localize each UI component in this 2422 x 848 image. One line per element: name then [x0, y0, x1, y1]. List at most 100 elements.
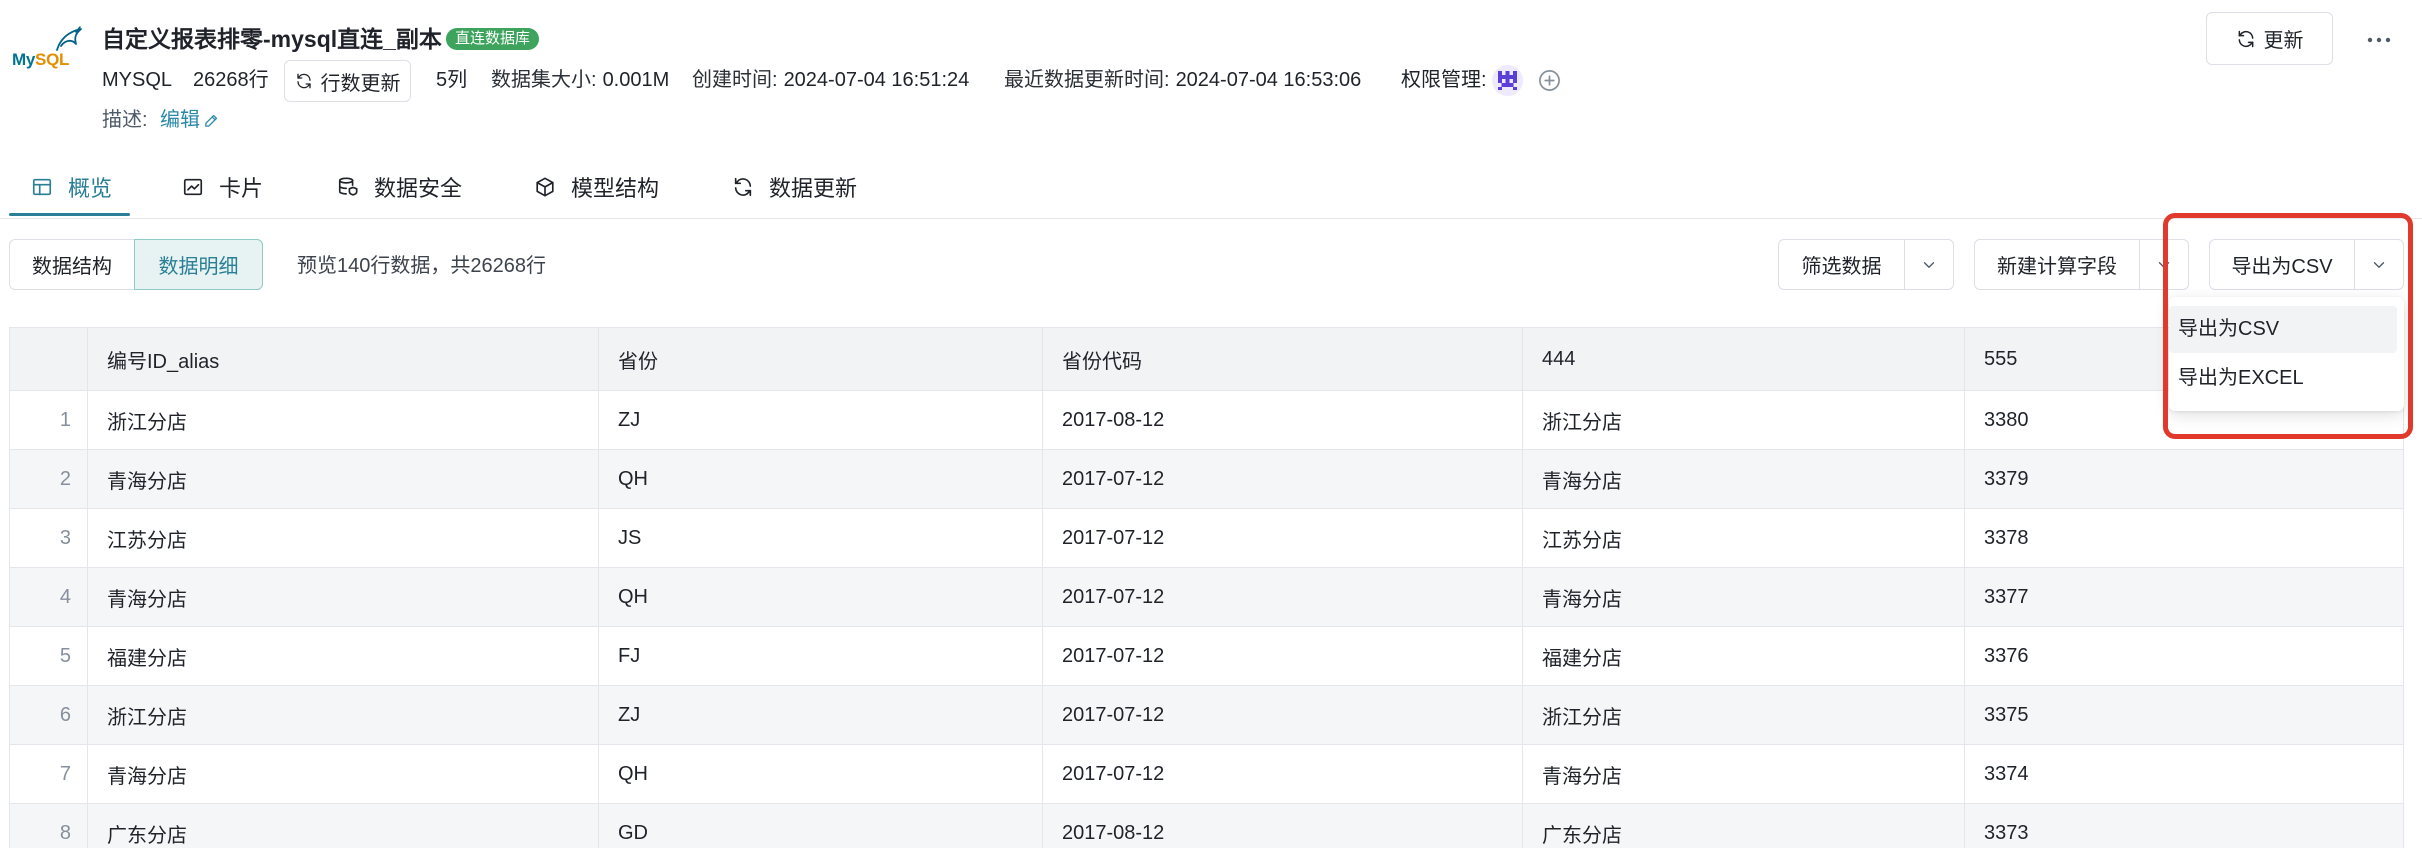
tab-model-structure[interactable]: 模型结构: [534, 160, 659, 213]
new-calc-field-button[interactable]: 新建计算字段: [1975, 240, 2139, 289]
export-csv-option[interactable]: 导出为CSV: [2169, 306, 2397, 353]
table-cell: 广东分店: [1523, 804, 1965, 848]
tab-data-update[interactable]: 数据更新: [732, 160, 857, 213]
table-icon: [31, 176, 53, 198]
table-cell: 浙江分店: [1523, 391, 1965, 450]
table-cell: 3378: [1965, 509, 2404, 568]
table-cell: 2017-07-12: [1043, 509, 1523, 568]
export-control: 导出为CSV: [2209, 239, 2404, 290]
permission-user-avatar[interactable]: [1492, 65, 1523, 96]
created-time: 创建时间: 2024-07-04 16:51:24: [692, 66, 969, 94]
table-header-row: 编号ID_alias 省份 省份代码 444 555: [10, 327, 2404, 391]
export-excel-option[interactable]: 导出为EXCEL: [2169, 355, 2397, 402]
update-button[interactable]: 更新: [2206, 12, 2333, 65]
chevron-down-icon: [2370, 256, 2388, 274]
dataset-size: 数据集大小: 0.001M: [491, 66, 669, 94]
logo-part-my: My: [12, 50, 36, 69]
table-cell: GD: [599, 804, 1043, 848]
table-cell: 福建分店: [1523, 627, 1965, 686]
dataset-size-value: 0.001M: [602, 69, 670, 91]
view-toggle-structure[interactable]: 数据结构: [9, 239, 134, 290]
table-cell: 青海分店: [1523, 745, 1965, 804]
calc-field-control: 新建计算字段: [1974, 239, 2189, 290]
line-chart-icon: [182, 176, 204, 198]
filter-data-button[interactable]: 筛选数据: [1779, 240, 1904, 289]
table-body: 1 浙江分店 ZJ 2017-08-12 浙江分店 3380 2 青海分店 QH 2017-07-…: [10, 391, 2404, 848]
table-cell: 青海分店: [88, 745, 599, 804]
view-toggle-detail[interactable]: 数据明细: [134, 239, 263, 290]
table-cell: 浙江分店: [88, 686, 599, 745]
export-dropdown-menu: 导出为CSV 导出为EXCEL: [2169, 297, 2404, 411]
row-index: 3: [10, 509, 88, 568]
table-row: 4 青海分店 QH 2017-07-12 青海分店 3377: [10, 568, 2404, 627]
table-cell: ZJ: [599, 686, 1043, 745]
table-cell: 江苏分店: [1523, 509, 1965, 568]
dataset-size-label: 数据集大小:: [491, 69, 597, 91]
table-cell: 3375: [1965, 686, 2404, 745]
table-row: 5 福建分店 FJ 2017-07-12 福建分店 3376: [10, 627, 2404, 686]
table-cell: ZJ: [599, 391, 1043, 450]
row-index: 1: [10, 391, 88, 450]
row-index: 7: [10, 745, 88, 804]
logo-wordmark: MySQL: [12, 50, 69, 70]
filter-data-dropdown-toggle[interactable]: [1904, 240, 1953, 289]
tab-label: 概览: [68, 175, 113, 201]
add-permission-button[interactable]: [1538, 69, 1561, 92]
table-cell: 浙江分店: [88, 391, 599, 450]
table-cell: QH: [599, 450, 1043, 509]
data-preview-table: 编号ID_alias 省份 省份代码 444 555 1 浙江分店 ZJ 2017-08-12…: [9, 327, 2404, 848]
updated-time-label: 最近数据更新时间:: [1004, 69, 1170, 91]
column-count: 5列: [436, 69, 468, 91]
permission-label: 权限管理:: [1401, 69, 1487, 91]
tab-label: 模型结构: [571, 175, 660, 201]
edit-description-link[interactable]: 编辑: [160, 106, 220, 134]
tab-overview[interactable]: 概览: [31, 160, 112, 213]
cube-icon: [534, 176, 556, 198]
table-cell: QH: [599, 745, 1043, 804]
table-cell: 2017-07-12: [1043, 450, 1523, 509]
more-horizontal-icon: [2367, 37, 2391, 43]
calc-field-dropdown-toggle[interactable]: [2139, 240, 2188, 289]
export-csv-button[interactable]: 导出为CSV: [2210, 240, 2354, 289]
database-security-icon: [337, 176, 359, 198]
update-button-label: 更新: [2263, 30, 2304, 52]
tab-cards[interactable]: 卡片: [182, 160, 263, 213]
edit-description-label: 编辑: [160, 109, 200, 131]
table-row: 6 浙江分店 ZJ 2017-07-12 浙江分店 3375: [10, 686, 2404, 745]
row-refresh-button[interactable]: 行数更新: [284, 60, 411, 102]
row-index: 6: [10, 686, 88, 745]
row-refresh-label: 行数更新: [320, 72, 401, 95]
user-avatar-icon: [1492, 65, 1523, 96]
created-time-label: 创建时间:: [692, 69, 778, 91]
column-header: 省份代码: [1043, 328, 1523, 391]
table-cell: 浙江分店: [1523, 686, 1965, 745]
tab-label: 数据安全: [374, 175, 463, 201]
table-row: 3 江苏分店 JS 2017-07-12 江苏分店 3378: [10, 509, 2404, 568]
more-options-button[interactable]: [2366, 33, 2392, 45]
refresh-icon: [295, 72, 313, 90]
table-cell: 2017-07-12: [1043, 568, 1523, 627]
table-cell: 3374: [1965, 745, 2404, 804]
table-cell: 青海分店: [1523, 568, 1965, 627]
table-row: 1 浙江分店 ZJ 2017-08-12 浙江分店 3380: [10, 391, 2404, 450]
chevron-down-icon: [2155, 256, 2173, 274]
table-cell: 2017-07-12: [1043, 627, 1523, 686]
dataset-title: 自定义报表排零-mysql直连_副本: [102, 26, 442, 52]
updated-time: 最近数据更新时间: 2024-07-04 16:53:06: [1004, 66, 1361, 94]
row-index: 8: [10, 804, 88, 848]
column-header: 省份: [599, 328, 1043, 391]
logo-part-sql: SQL: [35, 50, 70, 69]
filter-data-control: 筛选数据: [1778, 239, 1954, 290]
table-cell: 2017-07-12: [1043, 745, 1523, 804]
table-cell: FJ: [599, 627, 1043, 686]
db-type: MYSQL: [102, 69, 173, 91]
preview-info: 预览140行数据，共26268行: [297, 255, 546, 277]
row-index: 5: [10, 627, 88, 686]
created-time-value: 2024-07-04 16:51:24: [783, 69, 970, 91]
tab-data-security[interactable]: 数据安全: [337, 160, 462, 213]
table-cell: 3373: [1965, 804, 2404, 848]
table-row: 7 青海分店 QH 2017-07-12 青海分店 3374: [10, 745, 2404, 804]
table-cell: 青海分店: [1523, 450, 1965, 509]
column-header: 444: [1523, 328, 1965, 391]
export-dropdown-toggle[interactable]: [2354, 240, 2403, 289]
